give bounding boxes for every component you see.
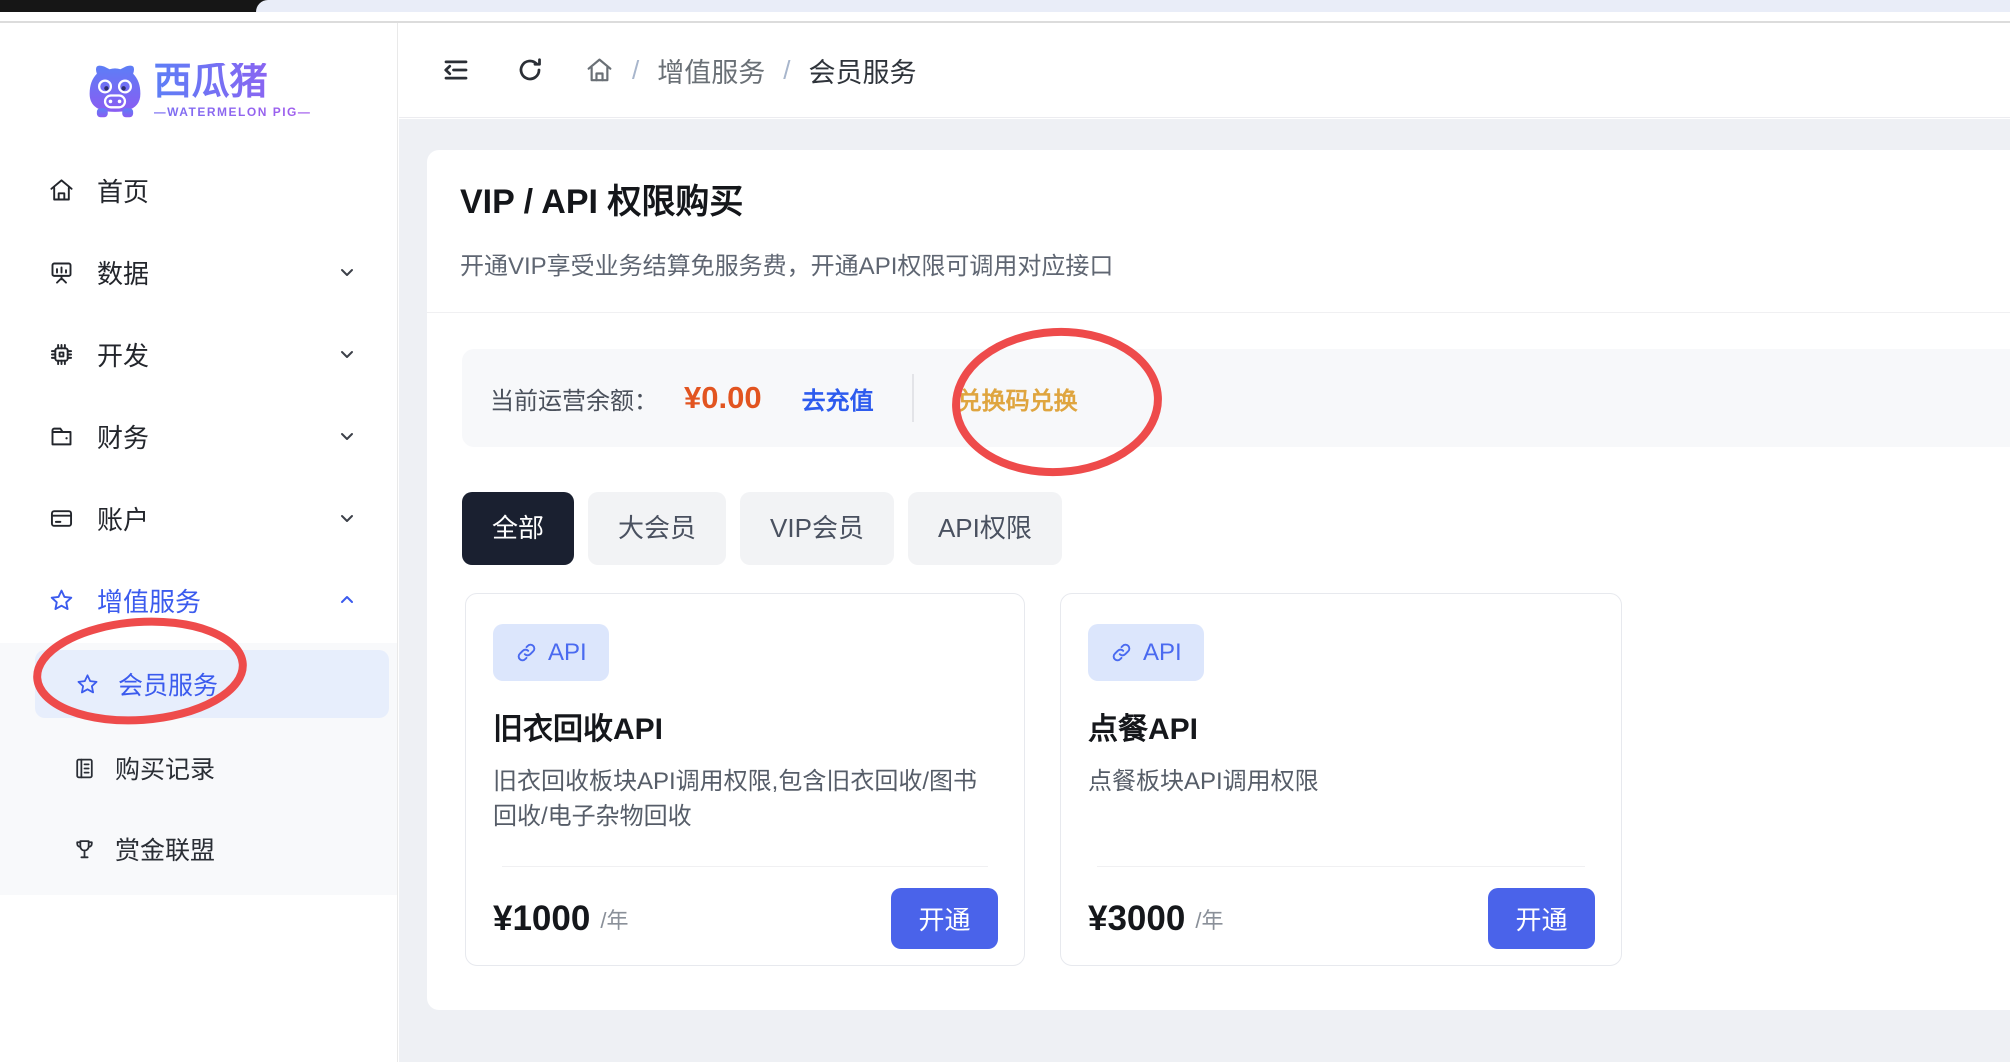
sidebar-item-finance[interactable]: 财务 (0, 395, 397, 477)
breadcrumb-home-icon[interactable] (585, 56, 614, 85)
chip-icon (48, 341, 75, 368)
trophy-icon (72, 837, 97, 862)
card-price: ¥3000 (1088, 899, 1185, 939)
api-tag: API (493, 624, 609, 681)
sidebar-item-bounty-alliance[interactable]: 赏金联盟 (0, 807, 397, 891)
brand-tagline: —WATERMELON PIG— (154, 105, 312, 119)
link-icon (515, 641, 538, 664)
wallet-icon (48, 423, 75, 450)
title-divider (427, 312, 2010, 313)
balance-bar: 当前运营余额： ¥0.00 去充值 兑换码兑换 (462, 349, 2010, 447)
filter-tab-all[interactable]: 全部 (462, 492, 574, 565)
sidebar-item-value-added-services[interactable]: 增值服务 (0, 559, 397, 641)
activate-button[interactable]: 开通 (1488, 888, 1595, 949)
star-icon (48, 587, 75, 614)
reload-icon[interactable] (515, 55, 545, 85)
page-title: VIP / API 权限购买 (460, 174, 743, 223)
breadcrumb-separator: / (632, 55, 639, 86)
filter-tab-vip-member[interactable]: VIP会员 (740, 492, 894, 565)
sidebar-item-home[interactable]: 首页 (0, 149, 397, 231)
topbar: / 增值服务 / 会员服务 (399, 23, 2010, 118)
sidebar: 西瓜猪 —WATERMELON PIG— 首页 数据 (0, 23, 398, 1062)
redeem-code-link[interactable]: 兑换码兑换 (958, 381, 1078, 416)
page-subtitle: 开通VIP享受业务结算免服务费，开通API权限可调用对应接口 (460, 246, 1113, 281)
balance-label: 当前运营余额： (490, 381, 658, 416)
activate-button[interactable]: 开通 (891, 888, 998, 949)
card-title: 点餐API (1088, 704, 1198, 748)
breadcrumb-separator: / (783, 55, 790, 86)
browser-tab-strip (256, 0, 2010, 12)
price-row: ¥3000 /年 开通 (1088, 888, 1595, 949)
card-divider (1097, 866, 1585, 867)
link-icon (1110, 641, 1133, 664)
document-list-icon (72, 756, 97, 781)
sidebar-item-member-services[interactable]: 会员服务 (35, 650, 389, 718)
pig-logo-icon (86, 61, 144, 121)
brand-name: 西瓜猪 (154, 63, 312, 103)
chevron-down-icon (335, 506, 359, 530)
filter-tab-api[interactable]: API权限 (908, 492, 1062, 565)
menu-fold-icon[interactable] (441, 55, 471, 85)
api-tag: API (1088, 624, 1204, 681)
recharge-link[interactable]: 去充值 (802, 381, 874, 416)
chevron-down-icon (335, 424, 359, 448)
price-row: ¥1000 /年 开通 (493, 888, 998, 949)
sidebar-item-account[interactable]: 账户 (0, 477, 397, 559)
card-description: 旧衣回收板块API调用权限,包含旧衣回收/图书回收/电子杂物回收 (493, 764, 993, 834)
logo: 西瓜猪 —WATERMELON PIG— (0, 61, 397, 121)
sidebar-item-purchase-history[interactable]: 购买记录 (0, 726, 397, 810)
chart-board-icon (48, 259, 75, 286)
filter-tab-big-member[interactable]: 大会员 (588, 492, 726, 565)
sidebar-item-data[interactable]: 数据 (0, 231, 397, 313)
sidebar-submenu: 会员服务 购买记录 赏金联盟 (0, 643, 397, 895)
card-price-unit: /年 (600, 903, 628, 935)
card-price: ¥1000 (493, 899, 590, 939)
home-icon (48, 177, 75, 204)
card-price-unit: /年 (1195, 903, 1223, 935)
card-divider (502, 866, 988, 867)
product-card: API 旧衣回收API 旧衣回收板块API调用权限,包含旧衣回收/图书回收/电子… (465, 593, 1025, 966)
card-description: 点餐板块API调用权限 (1088, 764, 1588, 799)
product-card: API 点餐API 点餐板块API调用权限 ¥3000 /年 开通 (1060, 593, 1622, 966)
breadcrumb-parent[interactable]: 增值服务 (657, 51, 765, 90)
star-icon (75, 672, 100, 697)
chevron-down-icon (335, 342, 359, 366)
sidebar-item-develop[interactable]: 开发 (0, 313, 397, 395)
card-title: 旧衣回收API (493, 704, 663, 748)
balance-amount: ¥0.00 (684, 380, 762, 416)
window-top-dark-strip (0, 0, 276, 12)
content-panel: VIP / API 权限购买 开通VIP享受业务结算免服务费，开通API权限可调… (427, 150, 2010, 1010)
balance-divider (912, 374, 914, 422)
breadcrumb-current: 会员服务 (808, 51, 916, 90)
chevron-down-icon (335, 260, 359, 284)
app-window: 西瓜猪 —WATERMELON PIG— 首页 数据 (0, 0, 2010, 1062)
chevron-up-icon (335, 588, 359, 612)
filter-tabs: 全部 大会员 VIP会员 API权限 (462, 492, 1062, 565)
sidebar-menu: 首页 数据 开发 (0, 149, 397, 641)
credit-card-icon (48, 505, 75, 532)
